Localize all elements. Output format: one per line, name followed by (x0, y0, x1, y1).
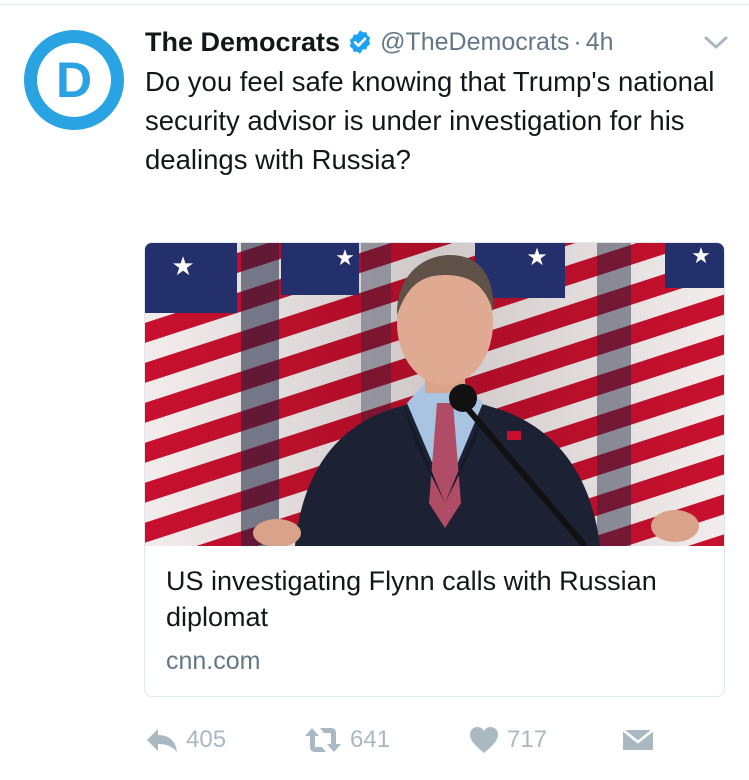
avatar-letter: D (56, 52, 92, 108)
retweet-count: 641 (350, 726, 391, 753)
svg-text:★: ★ (526, 243, 548, 271)
reply-icon (147, 729, 177, 752)
direct-message-button[interactable] (622, 720, 662, 760)
card-title: US investigating Flynn calls with Russia… (166, 566, 657, 632)
retweet-icon (305, 728, 341, 752)
tweet-actions: 405 641 717 (0, 720, 749, 760)
card-body: US investigating Flynn calls with Russia… (166, 563, 706, 676)
retweet-button[interactable]: 641 (304, 720, 390, 760)
direct-message-icon (622, 728, 654, 750)
tweet: D The Democrats @TheDemocrats · 4h Do yo… (0, 0, 749, 780)
verified-badge-icon (349, 30, 371, 54)
card-domain: cnn.com (166, 647, 261, 675)
display-name[interactable]: The Democrats (145, 27, 340, 58)
meta-separator: · (573, 27, 582, 56)
reply-count: 405 (186, 726, 227, 753)
card-image: ★ ★ ★ ★ (145, 243, 724, 546)
svg-text:★: ★ (335, 246, 355, 271)
svg-text:★: ★ (691, 244, 711, 269)
tweet-text: Do you feel safe knowing that Trump's na… (145, 66, 715, 175)
democrats-logo-icon: D (24, 30, 124, 130)
like-button[interactable]: 717 (469, 720, 547, 760)
like-count: 717 (507, 726, 548, 753)
tweet-header: The Democrats @TheDemocrats · 4h (145, 24, 614, 60)
avatar[interactable]: D (24, 30, 124, 130)
link-card[interactable]: ★ ★ ★ ★ US investigating Flynn calls wit… (144, 242, 725, 697)
user-handle[interactable]: @TheDemocrats (380, 28, 569, 57)
svg-text:★: ★ (171, 252, 194, 282)
heart-icon (470, 727, 498, 753)
reply-button[interactable]: 405 (146, 720, 226, 760)
timestamp[interactable]: 4h (586, 28, 614, 57)
chevron-down-icon[interactable] (704, 36, 728, 50)
